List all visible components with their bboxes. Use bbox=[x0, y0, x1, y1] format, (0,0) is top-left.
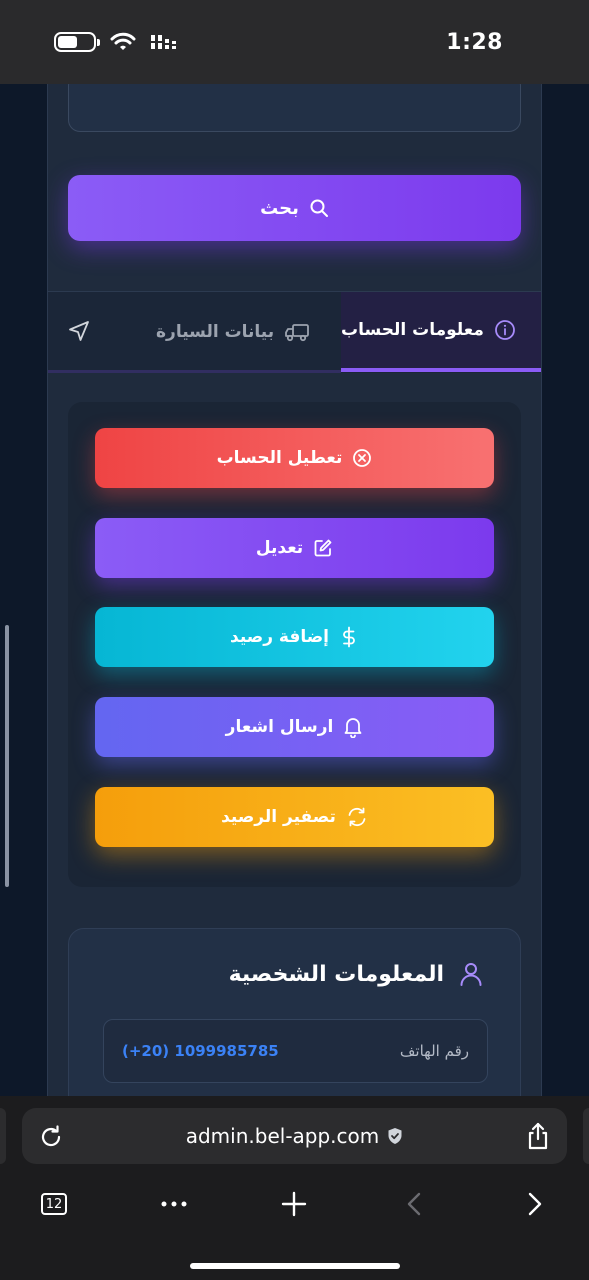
status-icons bbox=[54, 32, 178, 52]
personal-info-title: المعلومات الشخصية bbox=[228, 961, 444, 987]
refresh-icon bbox=[348, 807, 366, 827]
search-input[interactable] bbox=[68, 84, 521, 132]
tab-account-info-label: معلومات الحساب bbox=[341, 320, 484, 340]
user-icon bbox=[460, 963, 482, 986]
search-button[interactable]: بحث bbox=[68, 175, 521, 241]
edit-button[interactable]: تعديل bbox=[95, 518, 494, 578]
actions-card: تعطيل الحساب تعديل إضافة رصيد ارسال اشعا… bbox=[68, 402, 521, 887]
new-tab-button[interactable] bbox=[280, 1184, 308, 1224]
navigation-icon bbox=[69, 321, 89, 341]
add-balance-button[interactable]: إضافة رصيد bbox=[95, 607, 494, 667]
reset-balance-button[interactable]: تصفير الرصيد bbox=[95, 787, 494, 847]
main-panel: بحث معلومات الحساب بيانات السيارة تعطيل … bbox=[47, 84, 542, 1096]
info-icon bbox=[494, 320, 515, 340]
send-notification-button[interactable]: ارسال اشعار bbox=[95, 697, 494, 757]
tabs-button[interactable]: 12 bbox=[40, 1184, 68, 1224]
dollar-icon bbox=[343, 626, 355, 648]
phone-label: رقم الهاتف bbox=[399, 1042, 469, 1060]
forward-button[interactable] bbox=[523, 1184, 547, 1224]
tab-vehicle-data-label: بيانات السيارة bbox=[156, 322, 275, 342]
personal-info-card: المعلومات الشخصية رقم الهاتف (+20) 10999… bbox=[68, 928, 521, 1096]
browser-toolbar: 12 bbox=[0, 1184, 589, 1224]
share-icon[interactable] bbox=[525, 1122, 551, 1150]
status-bar: 1:28 bbox=[0, 0, 589, 84]
search-icon bbox=[310, 199, 328, 217]
back-button[interactable] bbox=[402, 1184, 426, 1224]
add-balance-label: إضافة رصيد bbox=[230, 627, 329, 647]
reload-icon[interactable] bbox=[38, 1124, 64, 1150]
chevron-right-icon bbox=[528, 1192, 542, 1216]
tab-bar: معلومات الحساب بيانات السيارة bbox=[48, 291, 541, 373]
phone-row: رقم الهاتف (+20) 1099985785 bbox=[103, 1019, 488, 1083]
tab-vehicle-data[interactable]: بيانات السيارة bbox=[156, 292, 310, 372]
bell-icon bbox=[344, 718, 362, 738]
edit-label: تعديل bbox=[255, 538, 304, 558]
personal-info-header: المعلومات الشخصية bbox=[229, 961, 484, 987]
next-tab-peek[interactable] bbox=[583, 1108, 589, 1164]
tab-location[interactable] bbox=[64, 316, 94, 346]
chevron-left-icon bbox=[407, 1192, 421, 1216]
edit-icon bbox=[314, 539, 332, 557]
tab-account-info[interactable]: معلومات الحساب bbox=[341, 292, 541, 372]
reset-balance-label: تصفير الرصيد bbox=[221, 807, 336, 827]
battery-icon bbox=[54, 32, 100, 52]
ellipsis-icon bbox=[161, 1201, 187, 1207]
url-text: admin.bel-app.com bbox=[185, 1124, 380, 1148]
browser-bar: admin.bel-app.com 12 bbox=[0, 1096, 589, 1280]
tab-count: 12 bbox=[41, 1193, 67, 1215]
x-circle-icon bbox=[353, 449, 372, 467]
prev-tab-peek[interactable] bbox=[0, 1108, 6, 1164]
signal-icon bbox=[151, 35, 176, 49]
wifi-icon bbox=[110, 32, 136, 50]
search-button-label: بحث bbox=[260, 197, 299, 219]
home-indicator[interactable] bbox=[190, 1263, 400, 1269]
scrollbar[interactable] bbox=[5, 625, 9, 887]
more-button[interactable] bbox=[160, 1184, 188, 1224]
disable-account-label: تعطيل الحساب bbox=[216, 448, 343, 468]
phone-value[interactable]: (+20) 1099985785 bbox=[122, 1042, 279, 1060]
status-time: 1:28 bbox=[446, 29, 503, 55]
disable-account-button[interactable]: تعطيل الحساب bbox=[95, 428, 494, 488]
address-bar[interactable]: admin.bel-app.com bbox=[22, 1108, 567, 1164]
truck-icon bbox=[285, 324, 310, 342]
plus-icon bbox=[281, 1191, 307, 1217]
shield-icon bbox=[388, 1128, 402, 1144]
send-notification-label: ارسال اشعار bbox=[225, 717, 334, 737]
